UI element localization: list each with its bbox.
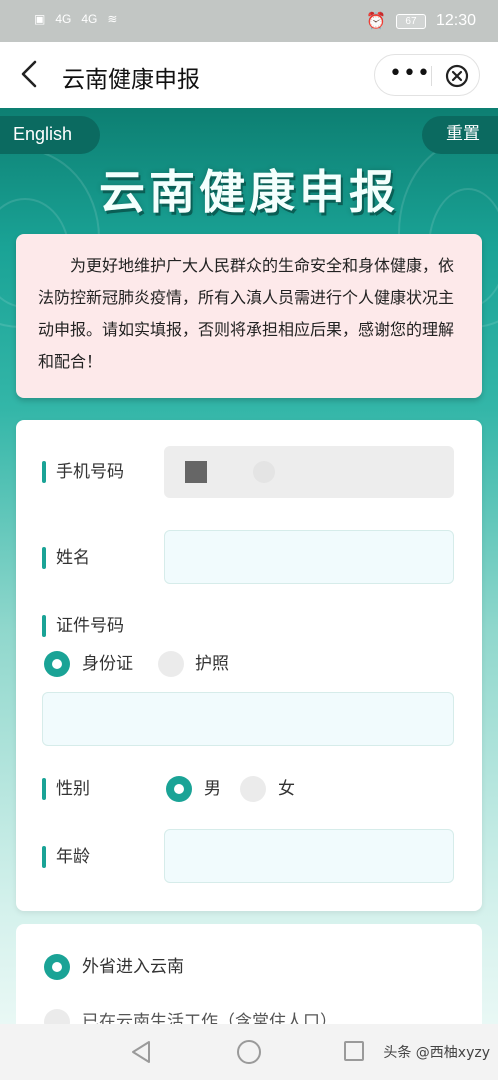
name-input[interactable]: [164, 530, 454, 584]
close-button[interactable]: [445, 64, 469, 88]
sim-icon: ▣: [34, 12, 46, 26]
id-label: 证件号码: [42, 614, 124, 638]
phone-label: 手机号码: [42, 460, 124, 484]
radio-from-other-province[interactable]: [44, 954, 70, 980]
page-title: 云南健康申报: [62, 67, 200, 93]
radio-id-card[interactable]: [44, 651, 70, 677]
radio-female[interactable]: [240, 776, 266, 802]
notice-box: 为更好地维护广大人民群众的生命安全和身体健康，依法防控新冠肺炎疫情，所有入滇人员…: [16, 234, 482, 398]
id-number-input[interactable]: [42, 692, 454, 746]
status-bar: ▣ 4G 4G ≋ ⏰ 67 12:30: [0, 0, 498, 42]
banner: English 重置 云南健康申报 为更好地维护广大人民群众的生命安全和身体健康…: [0, 108, 498, 1024]
radio-male[interactable]: [166, 776, 192, 802]
capsule-divider: [431, 66, 432, 86]
title-bar: 云南健康申报 •••: [0, 42, 498, 108]
banner-heading: 云南健康申报: [99, 165, 399, 219]
english-button[interactable]: English: [0, 116, 100, 154]
reset-button[interactable]: 重置: [422, 116, 498, 154]
alarm-icon: ⏰: [366, 13, 386, 30]
mini-program-capsule: •••: [374, 54, 480, 96]
radio-passport[interactable]: [158, 651, 184, 677]
signal-4g-icon-2: 4G: [81, 12, 98, 26]
name-label: 姓名: [42, 546, 90, 570]
signal-4g-icon: 4G: [55, 12, 72, 26]
phone-field: [164, 446, 454, 498]
personal-info-card: 手机号码 姓名 证件号码 身份证 护照 性别 男 女 年龄: [16, 420, 482, 911]
age-input[interactable]: [164, 829, 454, 883]
radio-living-in-yunnan[interactable]: [44, 1009, 70, 1024]
nav-home-button[interactable]: [237, 1040, 261, 1064]
battery-icon: 67: [395, 13, 426, 29]
age-label: 年龄: [42, 845, 90, 869]
radio-passport-label: 护照: [195, 654, 229, 674]
close-circle-icon: [445, 64, 469, 88]
more-button[interactable]: •••: [389, 61, 430, 89]
gender-label: 性别: [42, 777, 90, 801]
chevron-left-icon: [21, 60, 37, 88]
back-button[interactable]: [14, 58, 46, 90]
masked-value: [185, 461, 207, 483]
entry-type-card: 外省进入云南 已在云南生活工作（含常住人口）: [16, 924, 482, 1024]
triangle-back-icon: [132, 1041, 150, 1063]
system-nav-bar: 头条 @西柚xyzy: [0, 1024, 498, 1080]
masked-value-blur: [253, 461, 275, 483]
wifi-icon: ≋: [107, 12, 118, 26]
nav-recent-button[interactable]: [344, 1041, 364, 1061]
radio-id-card-label: 身份证: [82, 654, 133, 674]
clock: 12:30: [435, 12, 476, 29]
watermark: 头条 @西柚xyzy: [383, 1045, 490, 1061]
status-left: ▣ 4G 4G ≋: [34, 12, 117, 26]
radio-female-label: 女: [278, 779, 295, 799]
radio-male-label: 男: [204, 779, 221, 799]
radio-from-other-province-label: 外省进入云南: [82, 957, 184, 977]
nav-back-button[interactable]: [130, 1040, 152, 1064]
radio-living-in-yunnan-label: 已在云南生活工作（含常住人口）: [82, 1012, 337, 1024]
status-right: ⏰ 67 12:30: [366, 11, 476, 31]
